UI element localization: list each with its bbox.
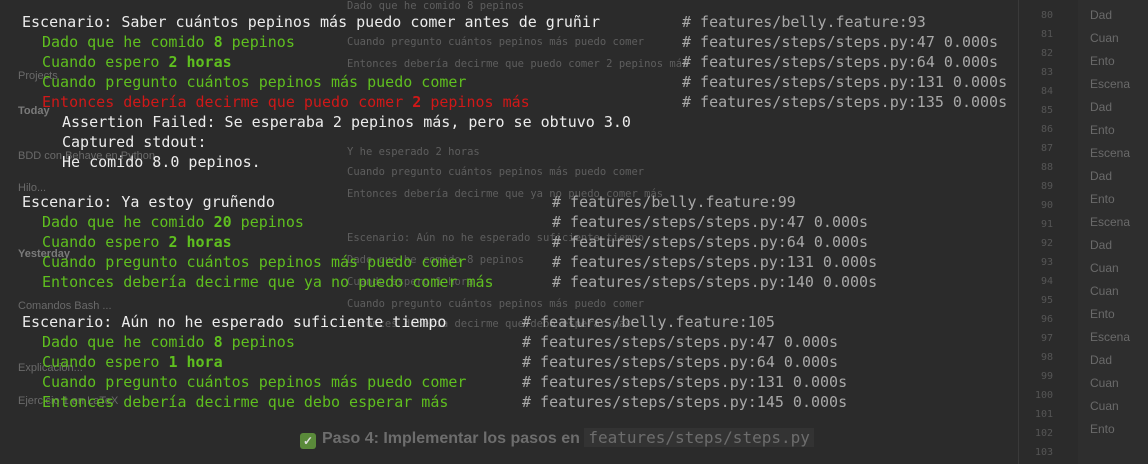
background-heading-text: Paso 4: Implementar los pasos en — [322, 430, 585, 447]
passed-step: Cuando espero 2 horas # features/steps/st… — [22, 232, 1148, 252]
step-text: Cuando pregunto cuántos pepinos más pued… — [42, 373, 466, 391]
passed-step: Cuando pregunto cuántos pepinos más pued… — [22, 72, 1148, 92]
passed-step: Cuando espero 2 horas # features/steps/st… — [22, 52, 1148, 72]
step-text: Entonces debería decirme que ya no puedo… — [42, 273, 494, 291]
failed-step: Entonces debería decirme que puedo comer… — [22, 92, 1148, 112]
location-comment: # features/steps/steps.py:131 0.000s — [682, 73, 1008, 91]
step-trailing-text: pepinos — [231, 213, 304, 231]
passed-step: Dado que he comido 8 pepinos # features/s… — [22, 332, 1148, 352]
location-comment: # features/belly.feature:99 — [552, 193, 796, 211]
scenario-title: Escenario: Aún no he esperado suficiente… — [22, 313, 447, 331]
step-keyword-text: Entonces debería decirme que ya no puedo… — [42, 273, 494, 291]
background-heading-code: features/steps/steps.py — [584, 428, 814, 447]
location-comment: # features/steps/steps.py:140 0.000s — [552, 273, 878, 291]
step-text: Cuando espero 2 horas — [42, 53, 232, 71]
step-keyword-text: Cuando pregunto cuántos pepinos más pued… — [42, 373, 467, 391]
step-text: Cuando pregunto cuántos pepinos más pued… — [42, 253, 466, 271]
location-comment: # features/steps/steps.py:135 0.000s — [682, 93, 1008, 111]
step-text: Dado que he comido 20 pepinos — [42, 213, 304, 231]
step-trailing-text: pepinos — [222, 33, 295, 51]
background-right-item: Ento — [1090, 422, 1115, 436]
location-comment: # features/belly.feature:105 — [522, 313, 775, 331]
location-comment: # features/steps/steps.py:64 0.000s — [682, 53, 999, 71]
step-keyword-text: Cuando espero — [42, 233, 169, 251]
passed-step: Entonces debería decirme que debo espera… — [22, 392, 1148, 412]
location-comment: # features/steps/steps.py:47 0.000s — [552, 213, 869, 231]
passed-step: Cuando pregunto cuántos pepinos más pued… — [22, 252, 1148, 272]
location-comment: # features/steps/steps.py:145 0.000s — [522, 393, 848, 411]
step-text: Dado que he comido 8 pepinos — [42, 333, 295, 351]
location-comment: # features/steps/steps.py:131 0.000s — [522, 373, 848, 391]
step-parameter: 8 — [213, 333, 223, 351]
background-heading: ✓ Paso 4: Implementar los pasos en featur… — [300, 428, 814, 449]
scenario-title-line: Escenario: Ya estoy gruñendo # features/b… — [22, 192, 1148, 212]
step-text: Entonces debería decirme que puedo comer… — [42, 93, 530, 111]
step-keyword-text: Cuando espero — [42, 53, 169, 71]
background-line-number: 102 — [1034, 428, 1053, 439]
step-text: Dado que he comido 8 pepinos — [42, 33, 295, 51]
passed-step: Cuando pregunto cuántos pepinos más pued… — [22, 372, 1148, 392]
location-comment: # features/steps/steps.py:64 0.000s — [552, 233, 869, 251]
step-parameter: 2 horas — [168, 233, 232, 251]
passed-step: Dado que he comido 8 pepinos # features/s… — [22, 32, 1148, 52]
scenario-title-line: Escenario: Aún no he esperado suficiente… — [22, 312, 1148, 332]
location-comment: # features/belly.feature:93 — [682, 13, 926, 31]
location-comment: # features/steps/steps.py:47 0.000s — [522, 333, 839, 351]
step-keyword-text: Dado que he comido — [42, 333, 214, 351]
step-parameter: 1 hora — [168, 353, 223, 371]
location-comment: # features/steps/steps.py:131 0.000s — [552, 253, 878, 271]
step-trailing-text: pepinos más — [421, 93, 530, 111]
step-keyword-text: Entonces debería decirme que debo espera… — [42, 393, 449, 411]
step-text: Cuando espero 1 hora — [42, 353, 223, 371]
error-output-line: Captured stdout: — [62, 133, 207, 151]
error-output-line: Assertion Failed: Se esperaba 2 pepinos … — [62, 113, 631, 131]
step-parameter: 2 horas — [168, 53, 232, 71]
location-comment: # features/steps/steps.py:64 0.000s — [522, 353, 839, 371]
step-keyword-text: Cuando espero — [42, 353, 169, 371]
step-keyword-text: Entonces debería decirme que puedo comer — [42, 93, 413, 111]
step-keyword-text: Cuando pregunto cuántos pepinos más pued… — [42, 253, 467, 271]
step-parameter: 8 — [213, 33, 223, 51]
step-text: Entonces debería decirme que debo espera… — [42, 393, 448, 411]
scenario-title-line: Escenario: Saber cuántos pepinos más pue… — [22, 12, 1148, 32]
step-text: Cuando espero 2 horas — [42, 233, 232, 251]
background-line-number: 103 — [1034, 447, 1053, 458]
step-keyword-text: Cuando pregunto cuántos pepinos más pued… — [42, 73, 467, 91]
step-keyword-text: Dado que he comido — [42, 33, 214, 51]
step-trailing-text: pepinos — [222, 333, 295, 351]
step-text: Cuando pregunto cuántos pepinos más pued… — [42, 73, 466, 91]
passed-step: Entonces debería decirme que ya no puedo… — [22, 272, 1148, 292]
step-parameter: 20 — [213, 213, 232, 231]
step-keyword-text: Dado que he comido — [42, 213, 214, 231]
error-output-line: He comido 8.0 pepinos. — [62, 153, 261, 171]
step-parameter: 2 — [412, 93, 422, 111]
scenario-title: Escenario: Saber cuántos pepinos más pue… — [22, 13, 600, 31]
background-document-line: Dado que he comido 8 pepinos — [347, 0, 525, 12]
scenario-title: Escenario: Ya estoy gruñendo — [22, 193, 275, 211]
passed-step: Cuando espero 1 hora # features/steps/ste… — [22, 352, 1148, 372]
location-comment: # features/steps/steps.py:47 0.000s — [682, 33, 999, 51]
terminal-output: Escenario: Saber cuántos pepinos más pue… — [22, 12, 1148, 412]
checkmark-icon: ✓ — [300, 433, 316, 449]
passed-step: Dado que he comido 20 pepinos # features/… — [22, 212, 1148, 232]
